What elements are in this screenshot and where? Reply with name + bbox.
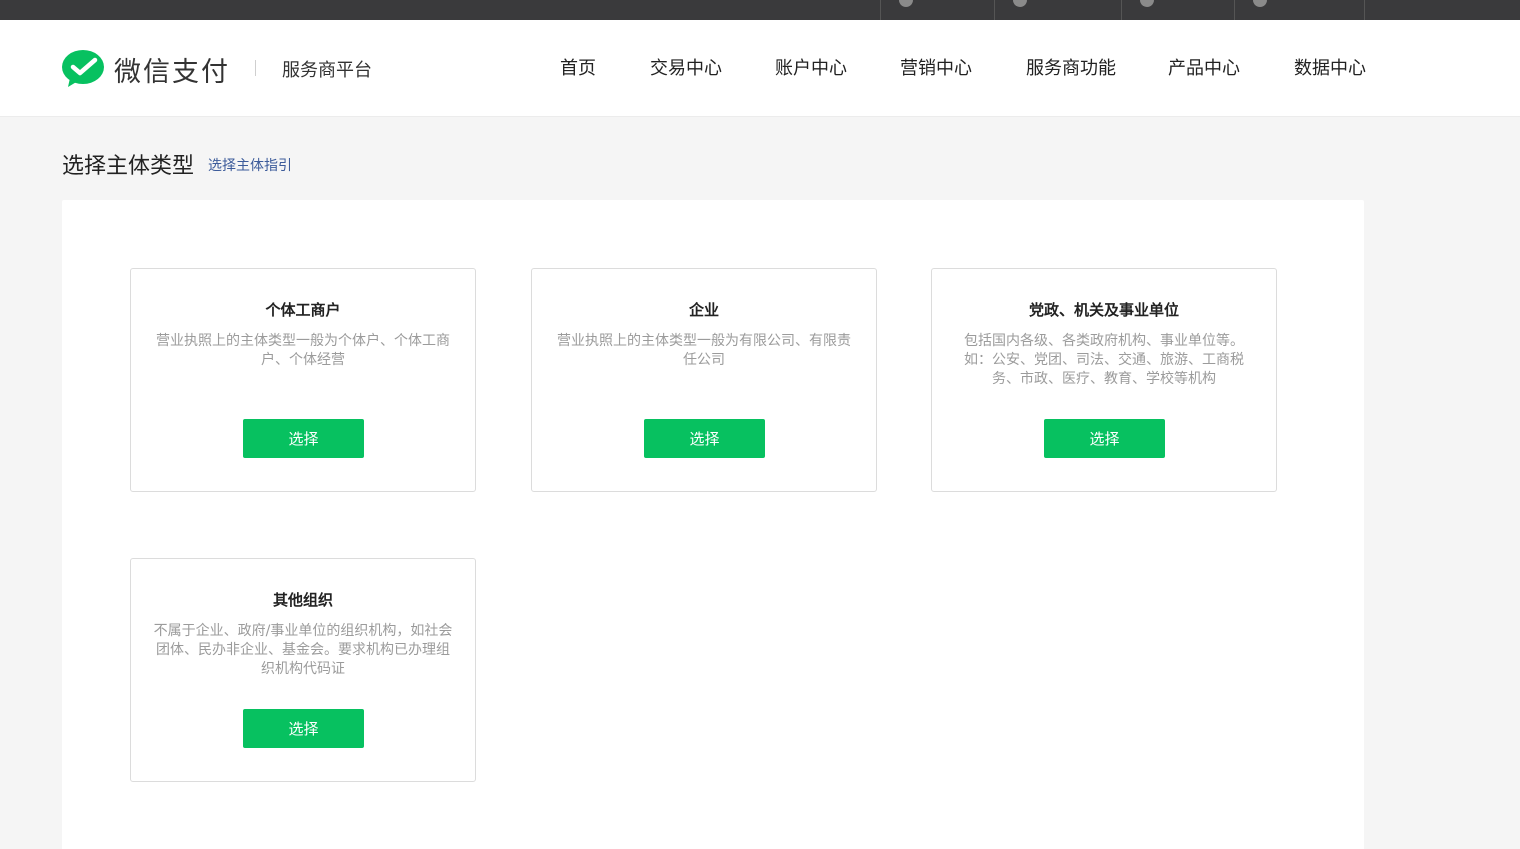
nav-item-marketing[interactable]: 营销中心 — [900, 54, 972, 80]
nav-item-data[interactable]: 数据中心 — [1294, 54, 1366, 80]
select-button[interactable]: 选择 — [243, 709, 364, 748]
topbar-item-3[interactable] — [1121, 0, 1234, 20]
card-government: 党政、机关及事业单位 包括国内各级、各类政府机构、事业单位等。如：公安、党团、司… — [931, 268, 1277, 492]
nav-item-trade[interactable]: 交易中心 — [650, 54, 722, 80]
guide-link[interactable]: 选择主体指引 — [208, 155, 292, 175]
platform-name: 服务商平台 — [282, 60, 372, 81]
card-description: 营业执照上的主体类型一般为个体户、个体工商户、个体经营 — [156, 333, 450, 368]
user-icon — [1253, 0, 1267, 7]
page-title: 选择主体类型 — [62, 154, 195, 179]
site-header: 微信支付 服务商平台 首页 交易中心 账户中心 营销中心 服务商功能 产品中心 … — [0, 20, 1520, 117]
message-icon — [899, 0, 913, 7]
card-individual-business: 个体工商户 营业执照上的主体类型一般为个体户、个体工商户、个体经营 选择 — [130, 268, 476, 492]
select-button[interactable]: 选择 — [243, 419, 364, 458]
topbar-item-account[interactable] — [1234, 0, 1364, 20]
help-icon — [1013, 0, 1027, 7]
nav-item-product[interactable]: 产品中心 — [1168, 54, 1240, 80]
nav-item-home[interactable]: 首页 — [560, 54, 596, 80]
brand-name: 微信支付 — [114, 56, 230, 88]
top-utility-bar — [0, 0, 1520, 20]
topbar-item-1[interactable] — [880, 0, 994, 20]
select-button[interactable]: 选择 — [1044, 419, 1165, 458]
wechat-pay-logo[interactable]: 微信支付 — [62, 49, 230, 89]
topbar-divider — [1364, 0, 1365, 20]
card-title: 其他组织 — [272, 591, 333, 609]
logo-divider — [255, 60, 256, 76]
card-description: 营业执照上的主体类型一般为有限公司、有限责任公司 — [557, 333, 851, 368]
card-title: 个体工商户 — [265, 301, 341, 319]
card-enterprise: 企业 营业执照上的主体类型一般为有限公司、有限责任公司 选择 — [531, 268, 877, 492]
wechat-pay-logo-icon — [62, 50, 104, 87]
select-button[interactable]: 选择 — [644, 419, 765, 458]
card-description: 不属于企业、政府/事业单位的组织机构，如社会团体、民办非企业、基金会。要求机构已… — [153, 623, 453, 677]
topbar-item-2[interactable] — [994, 0, 1121, 20]
card-title: 企业 — [688, 301, 719, 319]
nav-item-provider[interactable]: 服务商功能 — [1026, 54, 1116, 80]
card-other-organization: 其他组织 不属于企业、政府/事业单位的组织机构，如社会团体、民办非企业、基金会。… — [130, 558, 476, 782]
info-icon — [1140, 0, 1154, 7]
nav-item-account[interactable]: 账户中心 — [775, 54, 847, 80]
card-description: 包括国内各级、各类政府机构、事业单位等。如：公安、党团、司法、交通、旅游、工商税… — [964, 333, 1244, 387]
main-panel: 个体工商户 营业执照上的主体类型一般为个体户、个体工商户、个体经营 选择 企业 … — [62, 200, 1364, 849]
card-title: 党政、机关及事业单位 — [1028, 301, 1179, 319]
